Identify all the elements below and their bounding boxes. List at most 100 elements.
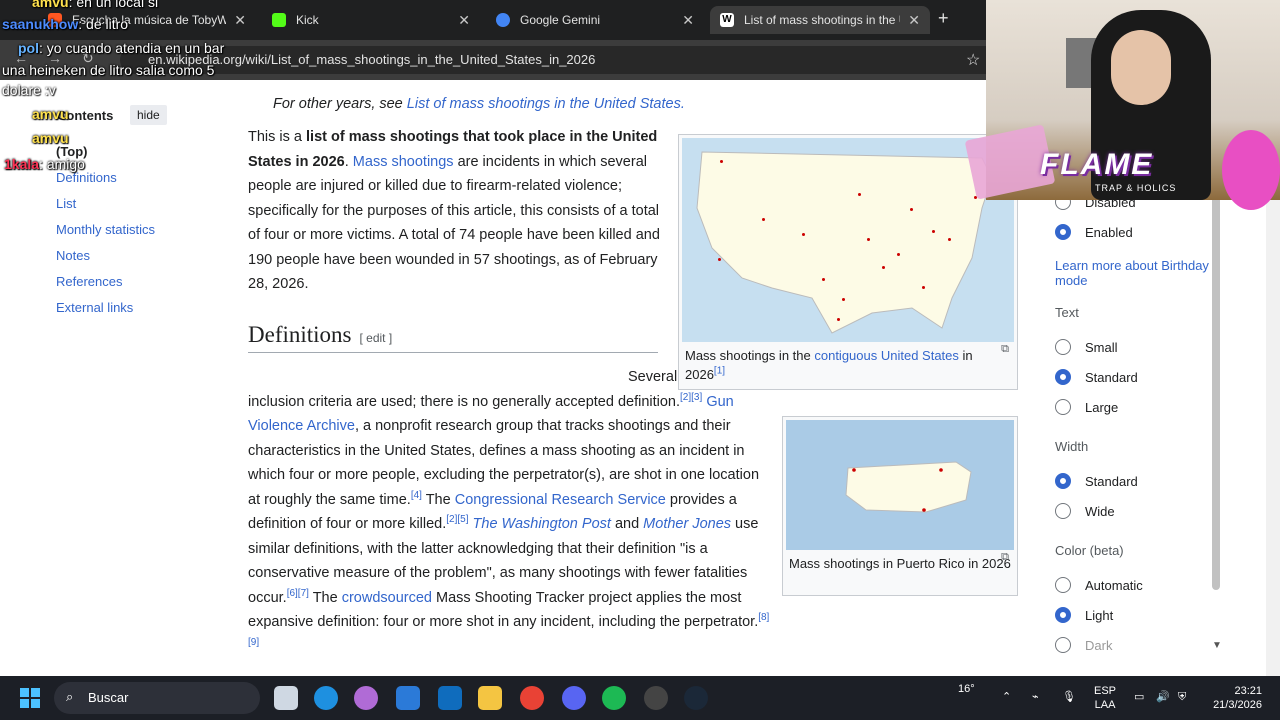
streamer-face — [1111, 30, 1171, 105]
spotify-icon[interactable] — [602, 686, 626, 710]
hatnote-link[interactable]: List of mass shootings in the United Sta… — [407, 96, 685, 112]
flame-logo: FLAME — [1040, 148, 1154, 181]
washington-post-link[interactable]: The Washington Post — [473, 516, 611, 532]
edge-icon[interactable] — [314, 686, 338, 710]
outlook-icon[interactable] — [438, 686, 462, 710]
enlarge-icon[interactable]: ⧉ — [1001, 551, 1009, 564]
color-light-option[interactable]: Light — [1055, 607, 1113, 623]
task-view-icon[interactable] — [274, 686, 298, 710]
map-dot — [837, 318, 840, 321]
map-dot — [822, 278, 825, 281]
text-small-option[interactable]: Small — [1055, 339, 1118, 355]
radio-text-standard[interactable] — [1055, 369, 1071, 385]
close-icon[interactable]: ✕ — [234, 12, 246, 29]
map-dot — [882, 266, 885, 269]
clock[interactable]: 23:21 21/3/2026 — [1208, 684, 1262, 712]
ref-4[interactable]: [4] — [411, 490, 422, 501]
steam-icon[interactable] — [684, 686, 708, 710]
color-automatic-option[interactable]: Automatic — [1055, 577, 1143, 593]
new-tab-button[interactable]: + — [938, 8, 949, 29]
toc-hide-button[interactable]: hide — [130, 105, 167, 125]
radio-width-standard[interactable] — [1055, 473, 1071, 489]
flame-logo-subtitle: TRAP & HOLICS — [1095, 183, 1177, 193]
contiguous-us-link[interactable]: contiguous United States — [814, 348, 959, 363]
search-icon: ⌕ — [66, 689, 74, 704]
radio-dark[interactable] — [1055, 637, 1071, 653]
section-heading-definitions: Definitions[ edit ] — [248, 322, 658, 353]
color-dark-option[interactable]: Dark — [1055, 637, 1112, 653]
radio-large[interactable] — [1055, 399, 1071, 415]
network-icon[interactable]: ⌁ — [1032, 690, 1039, 704]
toc-item-definitions[interactable]: Definitions — [56, 170, 117, 185]
store-icon[interactable] — [396, 686, 420, 710]
security-icon[interactable]: ⛨ — [1178, 690, 1186, 704]
text-standard-option[interactable]: Standard — [1055, 369, 1138, 385]
map-dot — [897, 253, 900, 256]
chat-message: amvu — [32, 130, 69, 146]
figure-pr-map: Mass shootings in Puerto Rico in 2026 ⧉ — [782, 416, 1018, 596]
toc-item-references[interactable]: References — [56, 274, 122, 289]
ref-2-3[interactable]: [2][3] — [680, 392, 702, 403]
file-explorer-icon[interactable] — [478, 686, 502, 710]
toc-item-list[interactable]: List — [56, 196, 76, 211]
mass-shootings-link[interactable]: Mass shootings — [353, 154, 454, 170]
ref-2-5[interactable]: [2][5] — [446, 514, 468, 525]
tab-kick[interactable]: Kick ✕ — [262, 6, 480, 34]
monitor-icon[interactable]: ▭ — [1134, 690, 1144, 704]
text-large-option[interactable]: Large — [1055, 399, 1118, 415]
radio-automatic[interactable] — [1055, 577, 1071, 593]
edit-section-link[interactable]: [ edit ] — [360, 331, 393, 345]
radio-enabled[interactable] — [1055, 224, 1071, 240]
mic-icon[interactable]: 🎙 — [1062, 690, 1076, 704]
enlarge-icon[interactable]: ⧉ — [1001, 343, 1009, 356]
radio-light[interactable] — [1055, 607, 1071, 623]
language-indicator[interactable]: ESP LAA — [1094, 684, 1116, 712]
close-icon[interactable]: ✕ — [908, 12, 920, 29]
map-dot — [922, 286, 925, 289]
chat-message: pol: yo cuando atendia en un bar — [18, 40, 225, 56]
radio-small[interactable] — [1055, 339, 1071, 355]
map-dot — [932, 230, 935, 233]
windows-taskbar: ⌕ Buscar 16° ⌃ ⌁ 🎙 ESP LAA ▭ 🔊 ⛨ 23:21 2… — [0, 676, 1280, 720]
copilot-icon[interactable] — [354, 686, 378, 710]
obs-icon[interactable] — [644, 686, 668, 710]
width-standard-option[interactable]: Standard — [1055, 473, 1138, 489]
chrome-icon[interactable] — [520, 686, 544, 710]
discord-icon[interactable] — [562, 686, 586, 710]
toc-item-monthly-statistics[interactable]: Monthly statistics — [56, 222, 155, 237]
hatnote: For other years, see List of mass shooti… — [273, 96, 685, 112]
intro-paragraph: This is a list of mass shootings that to… — [248, 129, 660, 292]
volume-icon[interactable]: 🔊 — [1156, 690, 1170, 704]
scroll-down-icon[interactable]: ▼ — [1212, 640, 1222, 651]
wikipedia-icon: W — [720, 13, 734, 27]
radio-wide[interactable] — [1055, 503, 1071, 519]
pr-map-image[interactable] — [786, 420, 1014, 550]
mother-jones-link[interactable]: Mother Jones — [643, 516, 731, 532]
learn-more-birthday-link[interactable]: Learn more about Birthday mode — [1055, 258, 1215, 288]
chat-message: amvu: en un local si — [32, 0, 159, 10]
bookmark-star-icon[interactable]: ☆ — [966, 50, 980, 70]
tab-gemini[interactable]: Google Gemini ✕ — [486, 6, 704, 34]
chat-message: dolare :v — [2, 82, 56, 98]
pink-sticker — [1222, 130, 1280, 210]
toc-item-notes[interactable]: Notes — [56, 248, 90, 263]
toc-item-external-links[interactable]: External links — [56, 300, 133, 315]
width-heading: Width — [1055, 439, 1089, 454]
panel-scrollbar[interactable] — [1212, 190, 1220, 590]
ref-1[interactable]: [1] — [714, 366, 725, 377]
us-map-image[interactable] — [682, 138, 1014, 342]
crs-link[interactable]: Congressional Research Service — [455, 492, 666, 508]
birthday-enabled-option[interactable]: Enabled — [1055, 224, 1133, 240]
chat-message: saanukhow: de litro — [2, 16, 129, 32]
tab-wikipedia[interactable]: W List of mass shootings in the U ✕ — [710, 6, 930, 34]
taskbar-search[interactable]: ⌕ Buscar — [54, 682, 260, 714]
weather-widget[interactable]: 16° — [958, 682, 975, 696]
crowdsourced-link[interactable]: crowdsourced — [342, 590, 432, 606]
close-icon[interactable]: ✕ — [458, 12, 470, 29]
ref-6-7[interactable]: [6][7] — [287, 588, 309, 599]
width-wide-option[interactable]: Wide — [1055, 503, 1115, 519]
close-icon[interactable]: ✕ — [682, 12, 694, 29]
windows-start-icon[interactable] — [20, 688, 40, 708]
tray-chevron-icon[interactable]: ⌃ — [1002, 690, 1011, 704]
address-bar[interactable]: en.wikipedia.org/wiki/List_of_mass_shoot… — [120, 46, 1000, 74]
